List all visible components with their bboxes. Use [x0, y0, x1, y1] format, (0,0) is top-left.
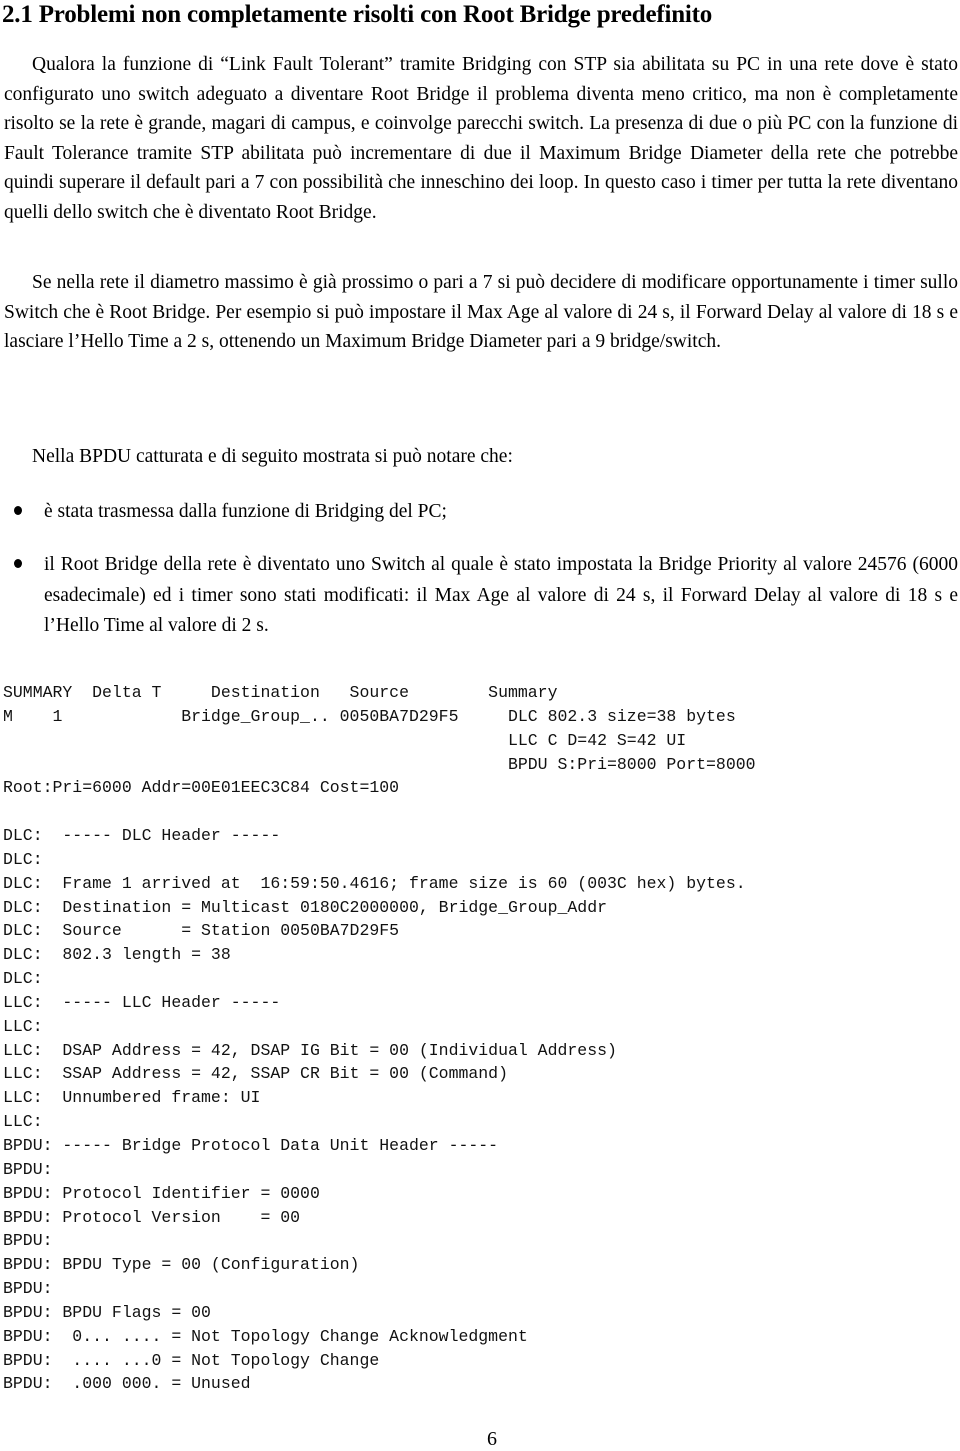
capture-detail-line: BPDU: Protocol Identifier = 0000: [3, 1183, 320, 1203]
capture-detail-line: LLC:: [3, 1016, 43, 1036]
capture-detail-line: BPDU: Protocol Version = 00: [3, 1207, 301, 1227]
capture-detail-line: BPDU: BPDU Flags = 00: [3, 1302, 211, 1322]
capture-detail-line: BPDU: 0... .... = Not Topology Change Ac…: [3, 1326, 528, 1346]
capture-detail-line: BPDU: ----- Bridge Protocol Data Unit He…: [3, 1135, 499, 1155]
capture-detail-line: DLC: Frame 1 arrived at 16:59:50.4616; f…: [3, 873, 746, 893]
capture-detail-line: DLC: Source = Station 0050BA7D29F5: [3, 921, 400, 941]
capture-detail-line: DLC: 802.3 length = 38: [3, 945, 231, 965]
paragraph-bpdu-intro: Nella BPDU catturata e di seguito mostra…: [32, 446, 513, 467]
capture-summary-block: SUMMARY Delta T Destination Source Summa…: [3, 681, 756, 800]
bullet-text: è stata trasmessa dalla funzione di Brid…: [44, 501, 447, 522]
capture-detail-line: BPDU: BPDU Type = 00 (Configuration): [3, 1255, 360, 1275]
bullet-text: il Root Bridge della rete è diventato un…: [44, 554, 958, 636]
capture-summary-line: BPDU S:Pri=8000 Port=8000: [3, 754, 756, 774]
paragraph-timer-modification: Se nella rete il diametro massimo è già …: [4, 272, 958, 352]
capture-detail-line: LLC:: [3, 1112, 43, 1132]
paragraph-link-fault-tolerant: Qualora la funzione di “Link Fault Toler…: [4, 54, 958, 223]
bullet-icon: [14, 506, 22, 515]
capture-detail-line: DLC: ----- DLC Header -----: [3, 826, 281, 845]
page-number: 6: [487, 1428, 497, 1450]
capture-detail-line: BPDU:: [3, 1159, 53, 1179]
capture-summary-line: Root:Pri=6000 Addr=00E01EEC3C84 Cost=100: [3, 778, 400, 798]
capture-detail-line: BPDU:: [3, 1279, 53, 1299]
capture-detail-line: BPDU: .000 000. = Unused: [3, 1374, 251, 1394]
bullet-icon: [14, 559, 22, 568]
capture-detail-line: LLC: DSAP Address = 42, DSAP IG Bit = 00…: [3, 1040, 617, 1060]
capture-detail-line: DLC: Destination = Multicast 0180C200000…: [3, 897, 607, 917]
capture-detail-line: DLC:: [3, 849, 43, 869]
capture-detail-line: BPDU:: [3, 1231, 53, 1251]
capture-detail-line: LLC: ----- LLC Header -----: [3, 992, 281, 1012]
capture-summary-line: LLC C D=42 S=42 UI: [3, 730, 687, 750]
capture-detail-line: DLC:: [3, 969, 43, 989]
capture-detail-block: DLC: ----- DLC Header ----- DLC: DLC: Fram…: [3, 824, 746, 1396]
section-heading: 2.1 Problemi non completamente risolti c…: [2, 1, 713, 28]
capture-detail-line: LLC: SSAP Address = 42, SSAP CR Bit = 00…: [3, 1064, 508, 1084]
capture-summary-line: M 1 Bridge_Group_.. 0050BA7D29F5 DLC 802…: [3, 706, 736, 726]
capture-summary-line: SUMMARY Delta T Destination Source Summa…: [3, 683, 558, 702]
capture-detail-line: LLC: Unnumbered frame: UI: [3, 1088, 261, 1108]
capture-detail-line: BPDU: .... ...0 = Not Topology Change: [3, 1350, 380, 1370]
